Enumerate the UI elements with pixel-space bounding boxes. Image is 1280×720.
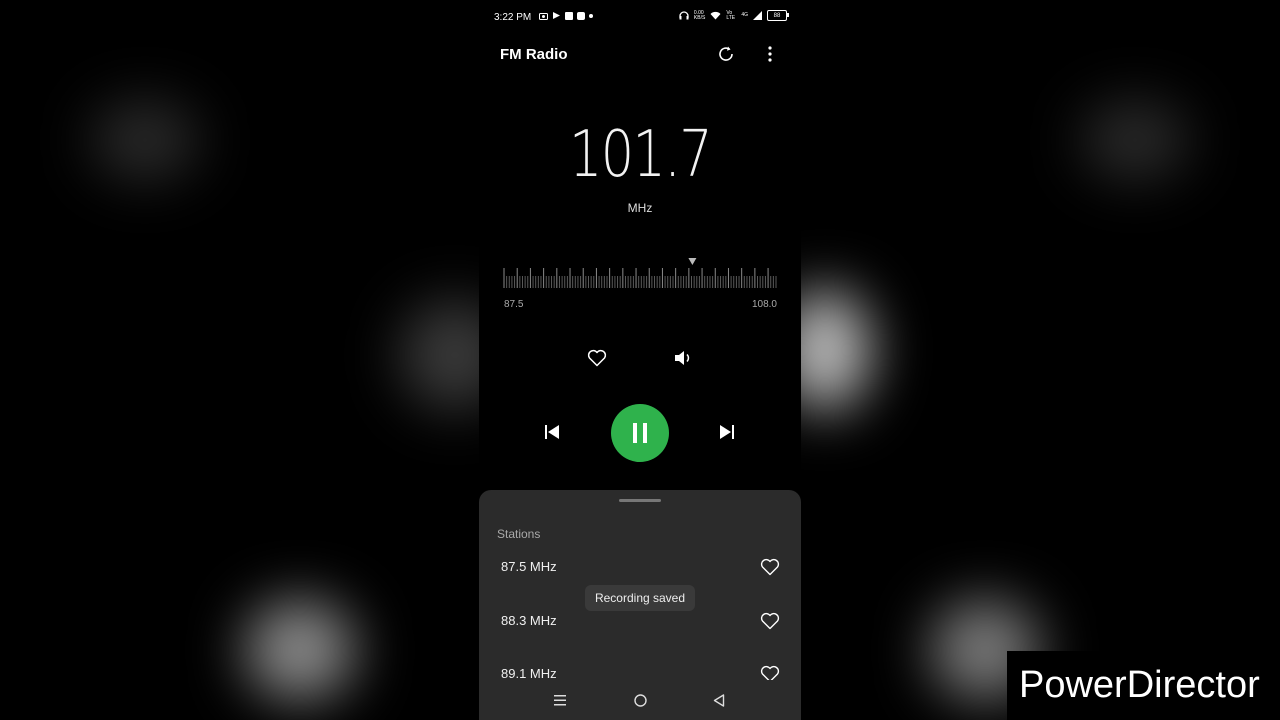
frequency-unit: MHz: [627, 201, 653, 215]
speaker-icon: [675, 351, 690, 365]
notification-icons: [539, 11, 593, 20]
status-time: 3:22 PM: [494, 12, 532, 23]
net-speed: 0.00 KB/S: [693, 9, 706, 21]
speaker-button[interactable]: [671, 346, 695, 370]
background-glow: [90, 100, 200, 180]
skip-next-icon: [720, 425, 734, 439]
stations-title: Stations: [497, 527, 541, 541]
status-bar: 3:22 PM 0.00 KB/S Vo LTE 4G 88: [479, 0, 801, 34]
background-glow: [245, 600, 355, 700]
favorite-button[interactable]: [585, 346, 609, 370]
wifi-icon: [710, 11, 721, 20]
dial-position-indicator[interactable]: [688, 258, 697, 265]
station-label: 88.3 MHz: [501, 613, 557, 628]
dial-max-label: 108.0: [751, 299, 777, 310]
heart-outline-icon[interactable]: [760, 611, 780, 631]
pause-button[interactable]: [611, 404, 669, 462]
volte-label: Vo LTE: [726, 9, 736, 21]
youtube-icon: [577, 11, 585, 20]
next-station-button[interactable]: [715, 420, 739, 444]
back-button[interactable]: [708, 690, 730, 710]
signal-icon: [753, 11, 762, 20]
skip-previous-icon: [545, 425, 559, 439]
dial-min-label: 87.5: [504, 299, 524, 310]
phone-screen: 3:22 PM 0.00KB/S Vo LTE 4G 88 FM Radio: [479, 0, 801, 720]
more-notifications-dot: [589, 13, 593, 18]
recents-button[interactable]: [549, 690, 571, 710]
background-glow: [1080, 100, 1190, 180]
network-type: 4G: [741, 12, 748, 18]
heart-outline-icon: [587, 349, 607, 367]
previous-station-button[interactable]: [540, 420, 564, 444]
stations-sheet[interactable]: Stations 87.5 MHz 88.3 MHz 89.1 MHz Reco…: [479, 490, 801, 720]
vpn-icon: [565, 11, 573, 20]
station-item[interactable]: 87.5 MHz: [479, 549, 801, 589]
refresh-icon: [719, 46, 733, 61]
play-store-icon: [553, 12, 560, 19]
app-bar: FM Radio: [479, 36, 801, 72]
back-triangle-icon: [713, 693, 725, 707]
station-label: 87.5 MHz: [501, 559, 557, 574]
pause-icon: [633, 423, 647, 443]
system-icons: 0.00 KB/S Vo LTE 4G 88: [679, 9, 789, 21]
toast-message: Recording saved: [585, 585, 695, 611]
app-title: FM Radio: [500, 46, 568, 63]
powerdirector-watermark: PowerDirector: [1007, 651, 1280, 720]
navigation-bar: [479, 680, 801, 720]
more-options-button[interactable]: [755, 39, 785, 69]
more-vert-icon: [768, 46, 772, 62]
camera-icon: [539, 12, 548, 20]
menu-lines-icon: [554, 695, 566, 706]
dial-scale[interactable]: [503, 254, 777, 294]
headphones-icon: [679, 11, 689, 20]
tuning-dial[interactable]: 87.5 108.0: [503, 254, 777, 314]
refresh-button[interactable]: [711, 39, 741, 69]
station-label: 89.1 MHz: [501, 666, 557, 681]
battery-icon: 88: [767, 10, 789, 21]
heart-outline-icon[interactable]: [760, 557, 780, 577]
home-button[interactable]: [629, 690, 651, 710]
sheet-drag-handle[interactable]: [619, 499, 661, 502]
frequency-display: 101.7: [568, 118, 713, 192]
home-circle-icon: [633, 693, 647, 707]
